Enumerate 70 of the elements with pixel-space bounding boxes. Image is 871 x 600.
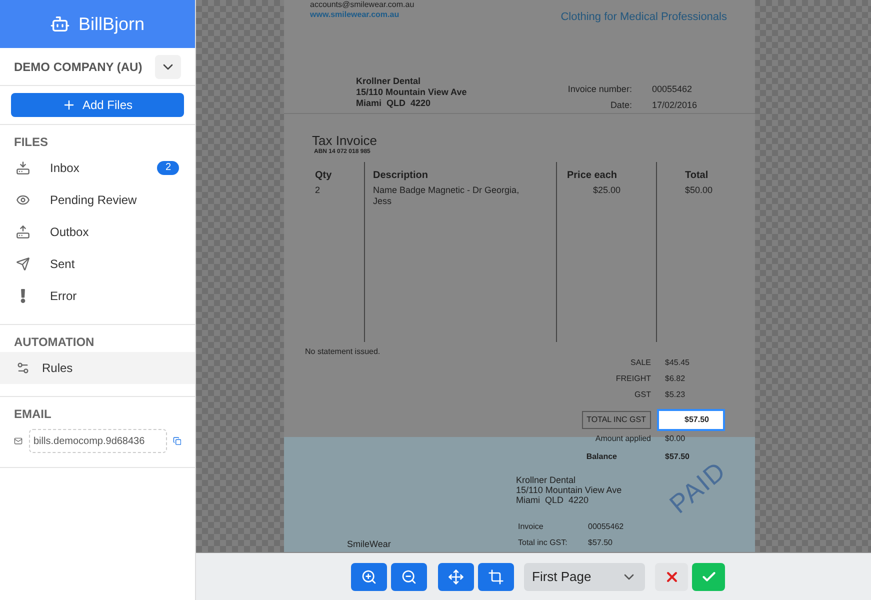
total-value: $5.23 [664,388,686,400]
company-tagline: Clothing for Medical Professionals [560,10,727,25]
copy-icon[interactable] [172,434,181,448]
column-header: Total [685,168,710,182]
meta-label: Invoice number: [568,83,632,96]
nav-item[interactable]: Inbox 2 [0,152,195,184]
detail-label: Total inc GST: [518,536,568,548]
detail-label: Invoice [518,520,544,532]
table-cell-text: $50.00 [685,184,714,196]
count-badge: 2 [157,161,179,175]
meta-label: Date: [609,98,632,112]
sender-website: www.smilewear.com.au [310,10,400,20]
crop-button[interactable] [478,562,514,590]
cancel-button[interactable] [655,562,688,590]
app-name: BillBjorn [78,12,145,36]
statement-note: No statement issued. [305,346,382,356]
detail-value: $57.50 [588,536,614,548]
table-cell-text: 2 [315,184,322,196]
nav-item[interactable]: Pending Review [0,184,195,216]
confirm-button[interactable] [692,562,725,590]
column-header: Description [373,168,430,182]
total-label: Balance [586,450,617,462]
plus-icon [62,98,76,112]
move-button[interactable] [438,562,474,590]
zoom-out-icon [401,568,417,584]
table-cell-text: $25.00 [592,184,622,196]
tray-download-icon [16,161,30,175]
total-label: GST [634,388,651,400]
total-value: $6.82 [664,372,686,384]
total-label: SALE [630,356,651,368]
company-dropdown-button[interactable] [155,54,181,78]
page-select[interactable]: First Page [524,562,645,590]
add-files-button[interactable]: Add Files [11,93,184,117]
total-label: Amount applied [595,432,651,444]
section-title: EMAIL [13,406,52,423]
crop-icon [488,568,504,584]
eye-icon [16,193,30,207]
meta-value: 17/02/2016 [652,98,697,112]
robot-logo-icon [50,14,70,34]
total-value: $0.00 [664,432,686,444]
nav-item[interactable]: Error [0,280,195,312]
address-line: Miami QLD 4220 [356,98,432,108]
meta-value: 00055462 [652,83,693,96]
detail-value: 00055462 [588,520,625,532]
table-cell-text: Name Badge Magnetic - Dr Georgia, Jess [373,184,520,206]
column-header: Price each [567,168,618,182]
address-line: 15/110 Mountain View Ave [356,86,467,98]
total-label: TOTAL INC GST [582,410,651,428]
nav-item[interactable]: Rules [0,352,195,384]
tray-upload-icon [16,225,30,239]
company-name: DEMO COMPANY (AU) [14,58,142,76]
total-label: FREIGHT [616,372,651,384]
zoom-in-icon [361,568,377,584]
sender-email: accounts@smilewear.com.au [310,0,414,10]
document-title: Tax Invoice [312,134,378,148]
paper-plane-icon [16,257,30,271]
sender-name: SmileWear [347,538,392,548]
section-title: AUTOMATION [13,334,96,351]
total-value: $45.45 [664,356,690,368]
nav-item[interactable]: Outbox [0,216,195,248]
column-header: Qty [315,168,333,182]
zoom-out-button[interactable] [391,562,427,590]
total-value[interactable]: $57.50 [657,408,725,430]
email-address-field[interactable]: bills.democomp.9d68436 [28,429,166,453]
address-line: Krollner Dental [356,76,422,86]
total-value: $57.50 [664,450,690,462]
section-title: FILES [13,134,50,151]
move-arrows-icon [448,568,464,584]
zoom-in-button[interactable] [351,562,387,590]
nav-item[interactable]: Sent [0,248,195,280]
